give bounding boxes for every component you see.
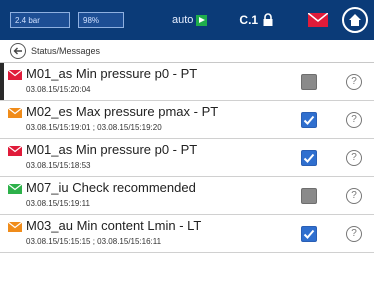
back-button[interactable] [10, 43, 26, 59]
message-title: M01_as Min pressure p0 - PT [26, 66, 198, 81]
red-envelope-icon [8, 146, 22, 156]
top-bar: 2.4 bar 98% auto C.1 [0, 0, 374, 40]
help-icon[interactable]: ? [346, 74, 362, 90]
message-timestamp: 03.08.15/15:20:04 [26, 85, 91, 94]
home-button[interactable] [342, 7, 368, 33]
auto-mode-label: auto [172, 14, 194, 26]
checkmark-icon [303, 115, 315, 125]
level-meter: 98% [78, 12, 124, 28]
message-title: M01_as Min pressure p0 - PT [26, 142, 198, 157]
message-row[interactable]: M02_es Max pressure pmax - PT 03.08.15/15… [0, 101, 374, 139]
help-icon[interactable]: ? [346, 188, 362, 204]
message-list: M01_as Min pressure p0 - PT 03.08.15/15:2… [0, 63, 374, 253]
selection-indicator [0, 63, 4, 100]
message-row[interactable]: M01_as Min pressure p0 - PT 03.08.15/15:2… [0, 63, 374, 101]
orange-envelope-icon [8, 222, 22, 232]
message-timestamp: 03.08.15/15:18:53 [26, 161, 91, 170]
orange-envelope-icon [8, 108, 22, 118]
message-title: M02_es Max pressure pmax - PT [26, 104, 219, 119]
pressure-meter: 2.4 bar [10, 12, 70, 28]
acknowledge-checkbox[interactable] [301, 226, 317, 242]
arrow-left-icon [13, 47, 22, 55]
auto-play-icon[interactable] [196, 14, 208, 26]
messages-header: Status/Messages [0, 40, 374, 63]
message-timestamp: 03.08.15/15:19:01 ; 03.08.15/15:19:20 [26, 123, 162, 132]
acknowledge-checkbox[interactable] [301, 150, 317, 166]
acknowledge-checkbox[interactable] [301, 188, 317, 204]
message-timestamp: 03.08.15/15:19:11 [26, 199, 90, 208]
lock-icon[interactable] [262, 13, 274, 27]
channel-label: C.1 [239, 13, 259, 27]
message-row[interactable]: M07_iu Check recommended 03.08.15/15:19:1… [0, 177, 374, 215]
message-timestamp: 03.08.15/15:15:15 ; 03.08.15/15:16:11 [26, 237, 162, 246]
red-envelope-icon [8, 70, 22, 80]
message-title: M03_au Min content Lmin - LT [26, 218, 202, 233]
acknowledge-checkbox[interactable] [301, 74, 317, 90]
message-title: M07_iu Check recommended [26, 180, 196, 195]
green-envelope-icon [8, 184, 22, 194]
page-title: Status/Messages [31, 46, 101, 56]
help-icon[interactable]: ? [346, 112, 362, 128]
acknowledge-checkbox[interactable] [301, 112, 317, 128]
home-icon [349, 14, 361, 26]
message-row[interactable]: M01_as Min pressure p0 - PT 03.08.15/15:1… [0, 139, 374, 177]
checkmark-icon [303, 153, 315, 163]
help-icon[interactable]: ? [346, 226, 362, 242]
messages-envelope-icon[interactable] [308, 13, 329, 27]
checkmark-icon [303, 229, 315, 239]
help-icon[interactable]: ? [346, 150, 362, 166]
message-row[interactable]: M03_au Min content Lmin - LT 03.08.15/15:… [0, 215, 374, 253]
